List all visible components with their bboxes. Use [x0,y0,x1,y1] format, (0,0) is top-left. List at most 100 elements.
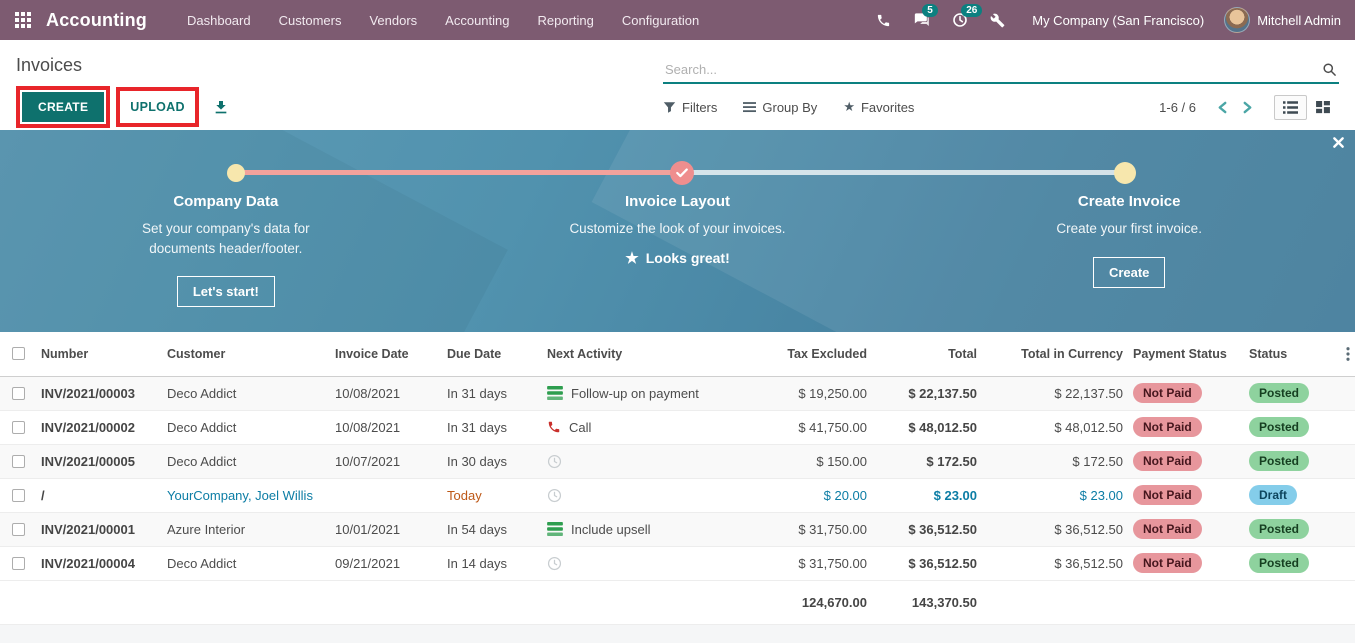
messages-badge: 5 [922,4,938,17]
cell-number: INV/2021/00002 [36,410,162,444]
step-subtitle: Create your first invoice. [1004,219,1254,239]
menu-dashboard[interactable]: Dashboard [173,0,265,40]
cell-activity[interactable]: Follow-up on payment [542,376,732,410]
cell-number: INV/2021/00003 [36,376,162,410]
activity-list-icon [547,386,563,400]
create-button[interactable]: CREATE [22,92,104,122]
activity-clock-icon [547,454,562,469]
app-title[interactable]: Accounting [46,10,147,31]
row-checkbox[interactable] [0,546,36,580]
cell-total-currency: $ 172.50 [982,444,1128,478]
row-checkbox[interactable] [0,376,36,410]
company-switcher[interactable]: My Company (San Francisco) [1016,13,1220,28]
column-payment-status[interactable]: Payment Status [1128,332,1244,376]
menu-accounting[interactable]: Accounting [431,0,523,40]
column-total[interactable]: Total [872,332,982,376]
cell-customer[interactable]: YourCompany, Joel Willis [162,478,330,512]
cell-customer: Deco Addict [162,444,330,478]
table-row[interactable]: INV/2021/00004 Deco Addict 09/21/2021 In… [0,546,1355,580]
user-name: Mitchell Admin [1257,13,1341,28]
cell-status: Draft [1244,478,1340,512]
cell-invoice-date: 10/07/2021 [330,444,442,478]
select-all-checkbox[interactable] [0,332,36,376]
upload-button[interactable]: UPLOAD [122,93,193,121]
cell-payment-status: Not Paid [1128,376,1244,410]
pager: 1-6 / 6 [1159,95,1339,120]
user-menu[interactable]: Mitchell Admin [1220,7,1355,33]
cell-activity[interactable] [542,546,732,580]
column-invoice-date[interactable]: Invoice Date [330,332,442,376]
status-badge: Posted [1249,519,1309,539]
list-view-icon[interactable] [1274,95,1307,120]
column-number[interactable]: Number [36,332,162,376]
cell-activity[interactable] [542,444,732,478]
activities-icon[interactable]: 26 [941,0,979,40]
looks-great-link[interactable]: ★ Looks great! [625,249,729,267]
row-checkbox[interactable] [0,410,36,444]
cell-customer: Azure Interior [162,512,330,546]
filters-button[interactable]: Filters [663,100,717,115]
status-badge: Draft [1249,485,1297,505]
cell-due-date: In 31 days [442,410,542,444]
menu-customers[interactable]: Customers [265,0,356,40]
cell-activity[interactable]: Include upsell [542,512,732,546]
phone-icon[interactable] [865,0,902,40]
table-row[interactable]: INV/2021/00005 Deco Addict 10/07/2021 In… [0,444,1355,478]
row-checkbox[interactable] [0,444,36,478]
group-by-button[interactable]: Group By [743,100,817,115]
payment-status-badge: Not Paid [1133,417,1202,437]
favorites-label: Favorites [861,100,914,115]
row-checkbox[interactable] [0,478,36,512]
search-bar [663,58,1339,84]
status-badge: Posted [1249,553,1309,573]
lets-start-button[interactable]: Let's start! [177,276,275,307]
pager-previous-icon[interactable] [1210,99,1235,116]
sum-total: 143,370.50 [872,580,982,624]
export-download-icon[interactable] [213,99,229,115]
menu-reporting[interactable]: Reporting [524,0,608,40]
step-dot-create-invoice [1114,162,1136,184]
progress-segment-done [236,170,682,175]
payment-status-badge: Not Paid [1133,451,1202,471]
menu-vendors[interactable]: Vendors [355,0,431,40]
column-due-date[interactable]: Due Date [442,332,542,376]
table-row[interactable]: INV/2021/00001 Azure Interior 10/01/2021… [0,512,1355,546]
step-title: Company Data [0,193,452,210]
table-row[interactable]: INV/2021/00003 Deco Addict 10/08/2021 In… [0,376,1355,410]
column-status[interactable]: Status [1244,332,1340,376]
column-options-icon[interactable] [1340,332,1355,376]
create-invoice-button[interactable]: Create [1093,257,1165,288]
row-checkbox[interactable] [0,512,36,546]
cell-activity[interactable]: Call [542,410,732,444]
create-annotation-box: CREATE [16,86,110,128]
cell-activity-label: Include upsell [571,522,651,537]
cell-tax-excluded: $ 31,750.00 [732,546,872,580]
favorites-button[interactable]: ★ Favorites [843,99,914,115]
activity-clock-icon [547,556,562,571]
pager-next-icon[interactable] [1235,99,1260,116]
search-input[interactable] [665,62,1322,77]
menu-configuration[interactable]: Configuration [608,0,713,40]
table-row[interactable]: INV/2021/00002 Deco Addict 10/08/2021 In… [0,410,1355,444]
cell-invoice-date: 10/01/2021 [330,512,442,546]
column-tax-excluded[interactable]: Tax Excluded [732,332,872,376]
cell-activity[interactable] [542,478,732,512]
table-header-row: Number Customer Invoice Date Due Date Ne… [0,332,1355,376]
cell-total-currency: $ 48,012.50 [982,410,1128,444]
column-total-in-currency[interactable]: Total in Currency [982,332,1128,376]
column-customer[interactable]: Customer [162,332,330,376]
step-dot-company-data [227,164,245,182]
kanban-view-icon[interactable] [1307,95,1339,120]
messages-icon[interactable]: 5 [902,0,941,40]
cell-status: Posted [1244,546,1340,580]
search-icon[interactable] [1322,62,1337,77]
banner-close-icon[interactable] [1333,137,1344,148]
cell-customer: Deco Addict [162,410,330,444]
tools-icon[interactable] [979,0,1016,40]
apps-menu-icon[interactable] [0,12,46,28]
table-row[interactable]: / YourCompany, Joel Willis Today $ 20.00… [0,478,1355,512]
cell-payment-status: Not Paid [1128,410,1244,444]
cell-number: / [36,478,162,512]
column-next-activity[interactable]: Next Activity [542,332,732,376]
invoice-list: Number Customer Invoice Date Due Date Ne… [0,332,1355,643]
